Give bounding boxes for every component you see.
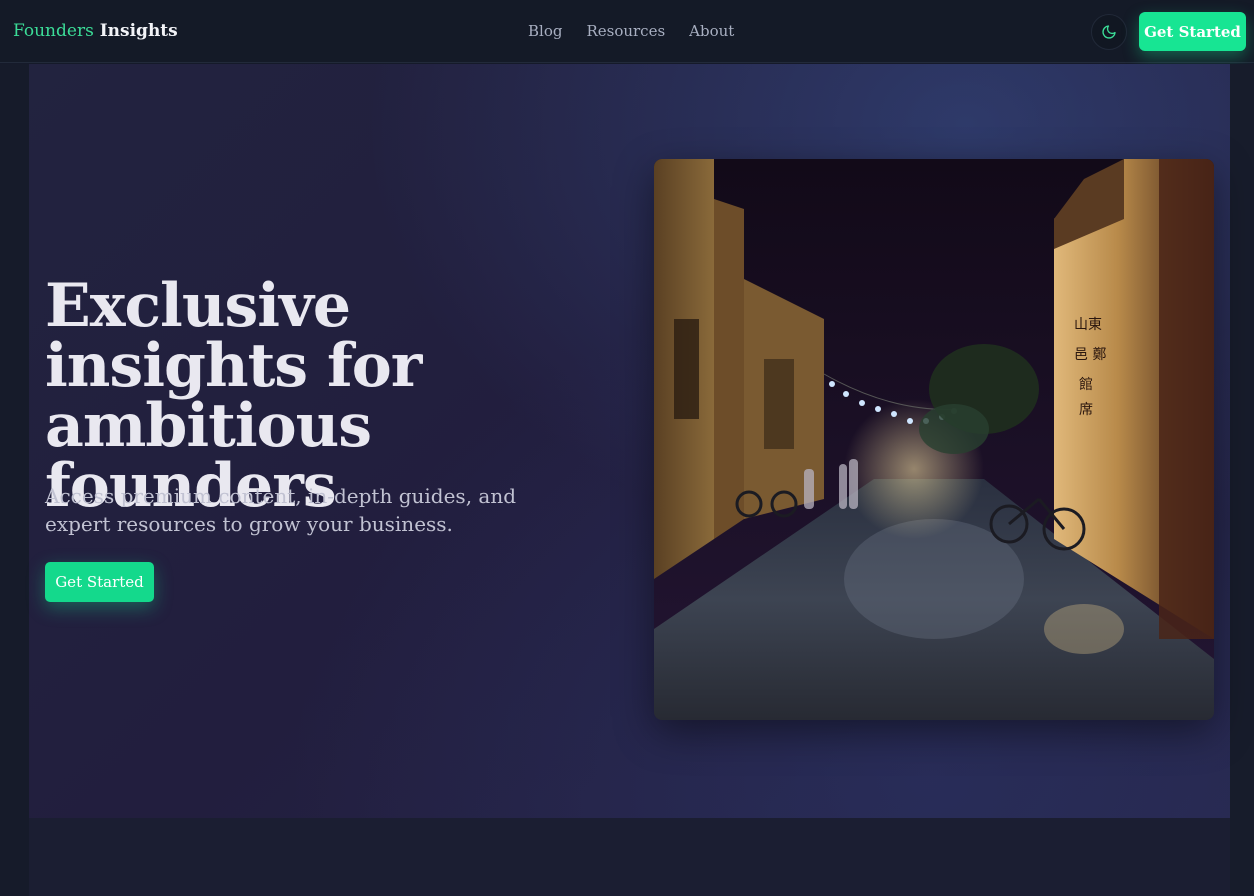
main-nav: Blog Resources About [528,20,734,42]
brand-part-insights: Insights [99,21,178,41]
nav-link-blog[interactable]: Blog [528,20,562,42]
theme-toggle-button[interactable] [1091,14,1127,50]
nav-link-about[interactable]: About [689,20,734,42]
svg-text:館: 館 [1079,376,1093,393]
brand-part-founders: Founders [13,21,94,41]
night-street-photo: 山東 邑 鄭 館 席 [654,159,1214,720]
hero-title: Exclusive insights for ambitious founder… [45,271,422,521]
get-started-button-header[interactable]: Get Started [1139,12,1246,51]
hero-subtitle: Access premium content, in-depth guides,… [45,484,517,536]
svg-text:席: 席 [1079,402,1093,418]
left-gutter [0,64,29,896]
moon-icon [1102,25,1116,39]
top-navbar: Founders Insights Blog Resources About G… [0,0,1254,63]
svg-text:邑 鄭: 邑 鄭 [1074,347,1106,363]
get-started-button-hero[interactable]: Get Started [45,562,154,602]
nav-link-resources[interactable]: Resources [586,20,665,42]
right-gutter [1230,64,1254,896]
hero-image: 山東 邑 鄭 館 席 [654,159,1214,720]
svg-text:山東: 山東 [1074,317,1102,333]
next-section [29,818,1230,896]
brand-logo[interactable]: Founders Insights [13,19,178,43]
